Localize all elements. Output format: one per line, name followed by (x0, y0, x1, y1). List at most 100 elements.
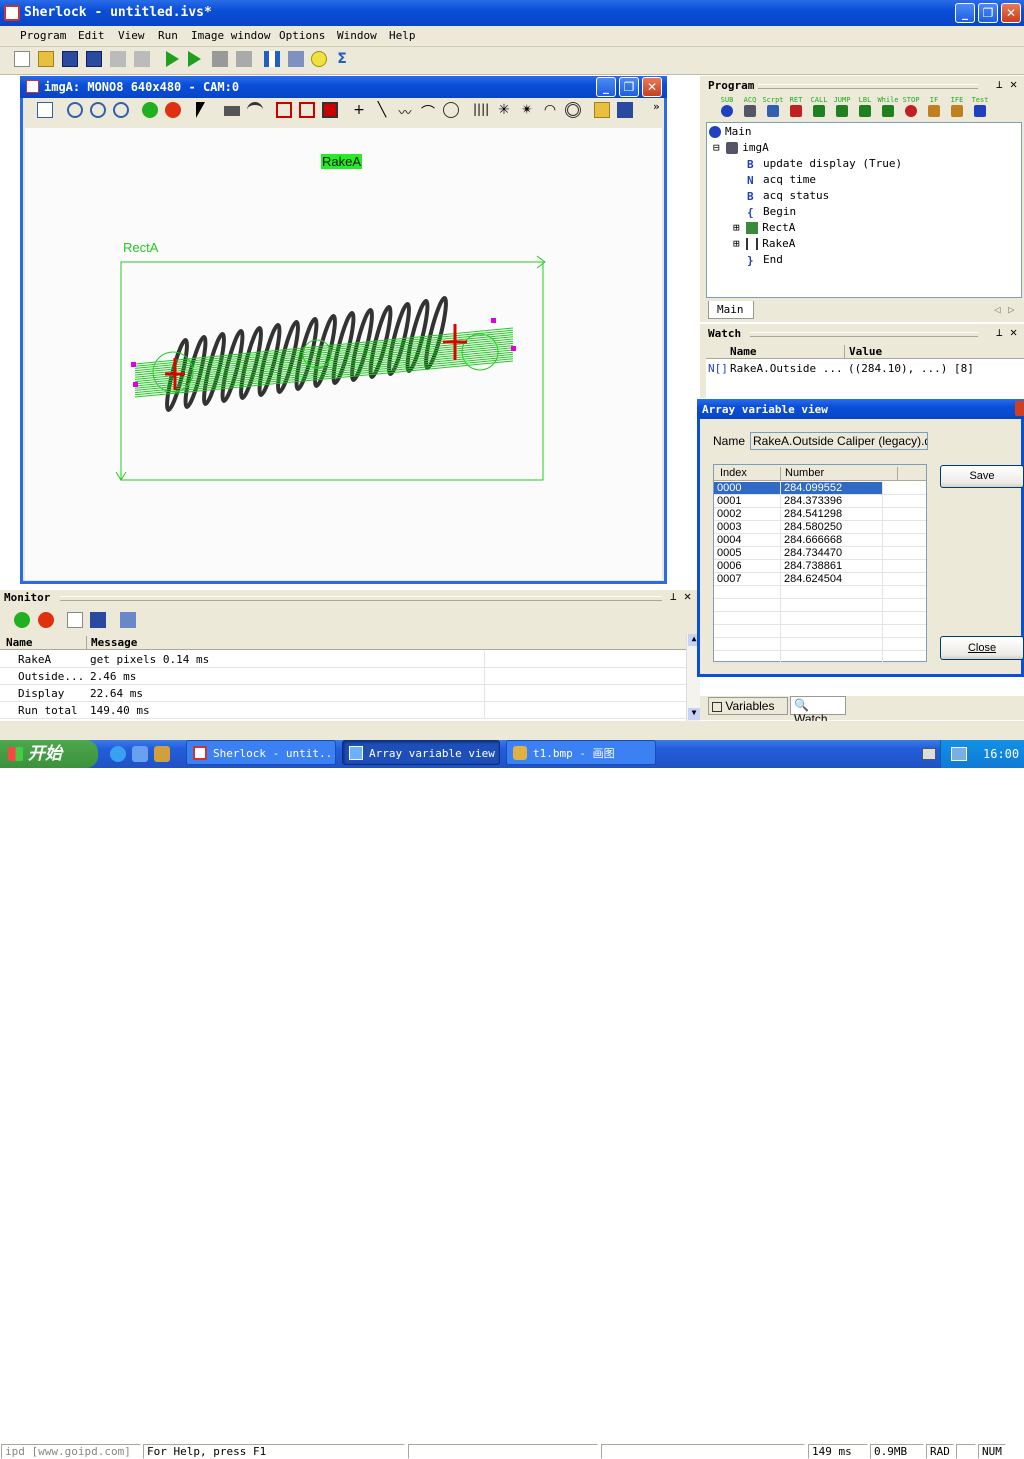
image-window-maximize-button[interactable]: ❐ (619, 77, 639, 97)
monitor-row[interactable]: Display 22.64 ms (0, 685, 686, 702)
program-tool-if-button[interactable]: IF (923, 96, 945, 120)
monitor-red-icon[interactable] (38, 612, 54, 628)
arc-rake-tool-icon[interactable]: ◠ (542, 102, 558, 118)
array-row[interactable] (714, 651, 926, 664)
tree-item-imga[interactable]: ⊟ imgA (713, 141, 769, 154)
maximize-button[interactable]: ❐ (978, 3, 998, 23)
tree-item-rakea[interactable]: ⊞ RakeA (733, 237, 795, 250)
save-icon[interactable] (62, 51, 78, 67)
image-window-minimize-button[interactable]: _ (596, 77, 616, 97)
toolbar-overflow-icon[interactable]: » (653, 100, 660, 113)
pointer-icon[interactable] (196, 102, 205, 118)
monitor-green-icon[interactable] (14, 612, 30, 628)
menu-window[interactable]: Window (337, 29, 377, 42)
spoke-tool-icon[interactable]: ✳ (496, 102, 512, 118)
sigma-icon[interactable]: Σ (334, 51, 350, 67)
step-icon[interactable] (236, 51, 252, 67)
red-circle-icon[interactable] (165, 102, 181, 118)
monitor-save-icon[interactable] (90, 612, 106, 628)
circle-tool-icon[interactable] (443, 102, 459, 118)
expand-icon[interactable]: ⊞ (733, 237, 740, 250)
start-button[interactable]: 开始 (0, 740, 98, 768)
tab-scroll-left-icon[interactable]: ◁ (994, 303, 1001, 316)
watch-row[interactable]: N[] RakeA.Outside ... ((284.10), ...) [8… (706, 360, 1024, 378)
program-tab-main[interactable]: Main (708, 301, 754, 319)
monitor-clear-icon[interactable] (67, 612, 83, 628)
menu-help[interactable]: Help (389, 29, 416, 42)
program-tool-call-button[interactable]: CALL (808, 96, 830, 120)
program-pin-icon[interactable]: ⊥ (996, 78, 1003, 91)
program-tool-acq-button[interactable]: ACQ (739, 96, 761, 120)
array-name-field[interactable]: RakeA.Outside Caliper (legacy).dist (750, 432, 928, 450)
collapse-icon[interactable]: ⊟ (713, 141, 720, 154)
array-row[interactable] (714, 586, 926, 599)
checklist-icon[interactable] (37, 102, 53, 118)
point-tool-icon[interactable]: + (351, 102, 367, 118)
run-icon[interactable] (166, 51, 179, 67)
green-circle-icon[interactable] (142, 102, 158, 118)
expand-icon[interactable]: ⊞ (733, 221, 740, 234)
task-paint[interactable]: t1.bmp - 画图 (506, 740, 656, 765)
open-folder-icon[interactable] (38, 51, 54, 67)
monitor-row[interactable]: RakeA get pixels 0.14 ms (0, 651, 686, 668)
stop-icon[interactable] (212, 51, 228, 67)
array-row[interactable]: 0003 284.580250 (714, 521, 926, 534)
star-tool-icon[interactable]: ✴ (519, 102, 535, 118)
cut-icon[interactable] (110, 51, 126, 67)
minimize-button[interactable]: _ (955, 3, 975, 23)
menu-view[interactable]: View (118, 29, 145, 42)
array-row[interactable]: 0001 284.373396 (714, 495, 926, 508)
monitor-options-icon[interactable] (120, 612, 136, 628)
program-tool-test-button[interactable]: Test (969, 96, 991, 120)
program-close-icon[interactable]: ✕ (1010, 77, 1017, 91)
monitor-row[interactable]: Run total 149.40 ms (0, 702, 686, 719)
image-window-close-button[interactable]: ✕ (642, 77, 662, 97)
folder-load-icon[interactable] (594, 102, 610, 118)
array-row[interactable]: 0000 284.099552 (714, 482, 926, 495)
menu-options[interactable]: Options (279, 29, 325, 42)
watch-close-icon[interactable]: ✕ (1010, 325, 1017, 339)
task-sherlock[interactable]: Sherlock - untit... (186, 740, 336, 765)
array-dialog-close-icon[interactable] (1015, 401, 1024, 416)
save-all-icon[interactable] (86, 51, 102, 67)
zoom-fit-icon[interactable] (113, 102, 129, 118)
pause-icon[interactable] (264, 51, 280, 67)
tree-item-main[interactable]: Main (709, 125, 752, 138)
step-forward-icon[interactable] (288, 51, 304, 67)
keyboard-tray-icon[interactable] (922, 748, 936, 760)
array-row[interactable]: 0004 284.666668 (714, 534, 926, 547)
scroll-down-icon[interactable]: ▼ (688, 708, 700, 720)
program-tool-sub-button[interactable]: SUB (716, 96, 738, 120)
arc-tool-icon[interactable] (247, 102, 263, 118)
zoom-out-icon[interactable] (67, 102, 83, 118)
array-row[interactable] (714, 625, 926, 638)
rake-tool-icon[interactable]: |||| (473, 102, 489, 118)
menu-program[interactable]: Program (20, 29, 66, 42)
tree-item-acq-status[interactable]: Bacq status (747, 189, 829, 203)
line-tool-icon[interactable]: ╲ (374, 102, 390, 118)
paste-icon[interactable] (134, 51, 150, 67)
program-tool-ret-button[interactable]: RET (785, 96, 807, 120)
tab-scroll-right-icon[interactable]: ▷ (1008, 303, 1015, 316)
annulus-tool-icon[interactable] (565, 102, 581, 118)
new-file-icon[interactable] (14, 51, 30, 67)
quicklaunch-icon-3[interactable] (154, 746, 170, 762)
task-array-variable-view[interactable]: Array variable view (342, 740, 500, 765)
tree-item-end[interactable]: } End (747, 253, 783, 267)
array-close-button[interactable]: Close (940, 636, 1024, 660)
program-tool-while-button[interactable]: While (877, 96, 899, 120)
monitor-close-icon[interactable]: ✕ (684, 589, 691, 603)
quicklaunch-icon-2[interactable] (132, 746, 148, 762)
monitor-row[interactable]: Outside... 2.46 ms (0, 668, 686, 685)
network-tray-icon[interactable] (951, 747, 967, 761)
array-row[interactable]: 0002 284.541298 (714, 508, 926, 521)
array-row[interactable] (714, 638, 926, 651)
run-once-icon[interactable] (188, 51, 201, 67)
image-canvas[interactable]: RakeA RectA (25, 128, 662, 580)
polyline-tool-icon[interactable]: 〰 (397, 102, 413, 121)
array-row[interactable]: 0006 284.738861 (714, 560, 926, 573)
array-row[interactable]: 0007 284.624504 (714, 573, 926, 586)
lightbulb-icon[interactable] (311, 51, 327, 67)
program-tool-lbl-button[interactable]: LBL (854, 96, 876, 120)
red-rect-tool-icon[interactable] (276, 102, 292, 118)
